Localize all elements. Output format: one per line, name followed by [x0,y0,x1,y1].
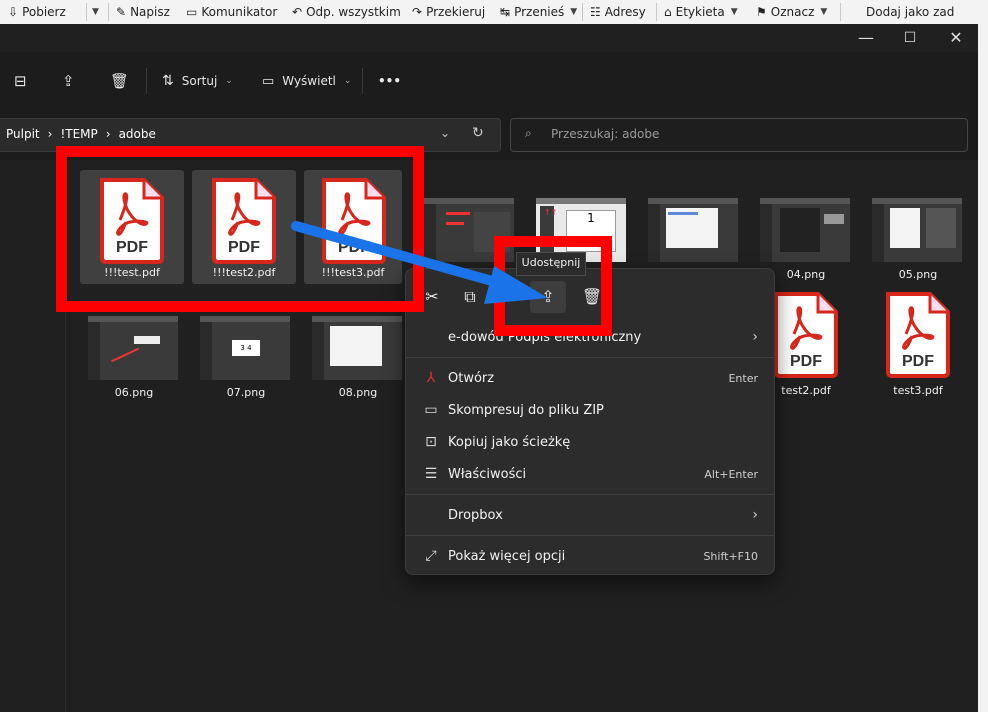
annotation-arrow [291,221,548,304]
